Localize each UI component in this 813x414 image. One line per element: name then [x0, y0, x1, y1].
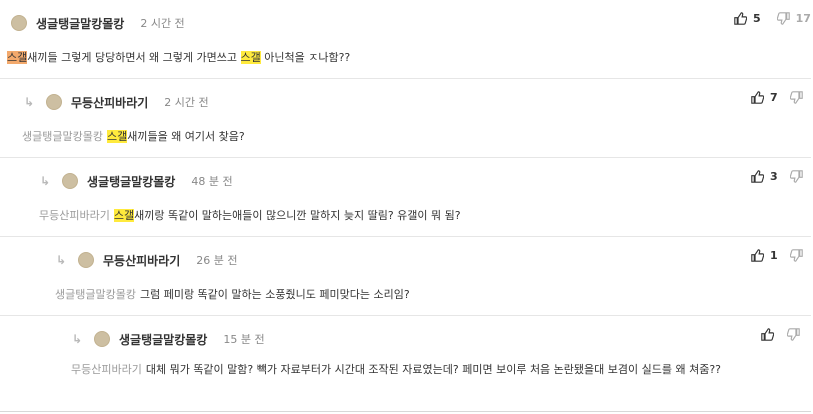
thumbs-up-icon[interactable]	[751, 170, 764, 183]
comment-body: 무등산피바라기 대체 뭐가 똑같이 말함? 빽가 자료부터가 시간대 조작된 자료…	[71, 360, 811, 379]
avatar[interactable]	[46, 94, 62, 110]
thumbs-down-icon[interactable]	[776, 12, 790, 25]
highlight-keyword: 스갤	[240, 51, 261, 64]
highlight-keyword: 스갤	[7, 51, 28, 64]
reply-arrow-icon: ↳	[40, 174, 51, 188]
timestamp: 26 분 전	[196, 254, 238, 267]
thumbs-up-icon[interactable]	[751, 249, 764, 262]
reply-arrow-icon: ↳	[24, 95, 35, 109]
comment: 생글탱글말캉몰캉 2 시간 전 스갤새끼들 그렇게 당당하면서 왜 그렇게 가면…	[0, 0, 811, 79]
thumbs-down-icon[interactable]	[789, 91, 803, 104]
timestamp: 48 분 전	[191, 175, 233, 188]
comment-thread: 생글탱글말캉몰캉 2 시간 전 스갤새끼들 그렇게 당당하면서 왜 그렇게 가면…	[0, 0, 813, 414]
comment-reply: ↳ 생글탱글말캉몰캉 15 분 전 무등산피바라기 대체 뭐가 똑같이 말함? 빽…	[0, 316, 811, 412]
comment-reply: ↳ 무등산피바라기 26 분 전 생글탱글말캉몰캉 그럼 페미랑 똑같이 말하는 …	[0, 237, 811, 316]
comment-text: 아닌척을 ㅈ나함??	[260, 51, 351, 64]
reply-arrow-icon: ↳	[72, 332, 83, 346]
avatar[interactable]	[94, 331, 110, 347]
vote-controls: 7	[751, 91, 803, 104]
mention[interactable]: 무등산피바라기	[71, 363, 142, 376]
upvote-count: 5	[753, 12, 761, 25]
author-name[interactable]: 생글탱글말캉몰캉	[87, 173, 175, 190]
comment-header: ↳ 생글탱글말캉몰캉 15 분 전	[72, 330, 265, 348]
comment-body: 생글탱글말캉몰캉 스갤새끼들을 왜 여기서 찾음?	[22, 127, 245, 146]
mention[interactable]: 생글탱글말캉몰캉	[22, 130, 103, 143]
thumbs-up-icon[interactable]	[751, 91, 764, 104]
comment-header: ↳ 무등산피바라기 26 분 전	[56, 251, 238, 269]
author-name[interactable]: 무등산피바라기	[103, 252, 180, 269]
comment-reply: ↳ 무등산피바라기 2 시간 전 생글탱글말캉몰캉 스갤새끼들을 왜 여기서 찾음…	[0, 79, 811, 158]
comment-text: 새끼들 그렇게 당당하면서 왜 그렇게 가면쓰고	[27, 51, 241, 64]
downvote-count: 17	[795, 12, 811, 25]
avatar[interactable]	[78, 252, 94, 268]
comment-reply: ↳ 생글탱글말캉몰캉 48 분 전 무등산피바라기 스갤새끼랑 똑같이 말하는애들…	[0, 158, 811, 237]
thumbs-down-icon[interactable]	[789, 249, 803, 262]
upvote-count: 1	[770, 249, 778, 262]
reply-arrow-icon: ↳	[56, 253, 67, 267]
comment-text: 그럼 페미랑 똑같이 말하는 소풍줬니도 페미맞다는 소리임?	[139, 288, 410, 301]
mention[interactable]: 무등산피바라기	[39, 209, 110, 222]
comment-text: 대체 뭐가 똑같이 말함? 빽가 자료부터가 시간대 조작된 자료였는데? 페미…	[145, 363, 722, 376]
upvote-count: 3	[770, 170, 778, 183]
highlight-keyword: 스갤	[113, 209, 135, 222]
comment-header: ↳ 무등산피바라기 2 시간 전	[24, 93, 209, 111]
avatar[interactable]	[11, 15, 27, 31]
vote-controls: 3	[751, 170, 803, 183]
comment-body: 무등산피바라기 스갤새끼랑 똑같이 말하는애들이 많으니깐 말하지 늦지 딸림? …	[39, 206, 461, 225]
mention[interactable]: 생글탱글말캉몰캉	[55, 288, 136, 301]
thumbs-down-icon[interactable]	[787, 328, 800, 341]
comment-header: ↳ 생글탱글말캉몰캉 48 분 전	[40, 172, 233, 190]
vote-controls: 5 17	[734, 12, 811, 25]
author-name[interactable]: 생글탱글말캉몰캉	[119, 331, 207, 348]
thumbs-up-icon[interactable]	[761, 328, 774, 341]
timestamp: 2 시간 전	[164, 96, 209, 109]
thumbs-up-icon[interactable]	[734, 12, 747, 25]
highlight-keyword: 스갤	[106, 130, 128, 143]
comment-header: 생글탱글말캉몰캉 2 시간 전	[11, 14, 185, 32]
timestamp: 2 시간 전	[140, 17, 185, 30]
comment-text: 새끼들을 왜 여기서 찾음?	[127, 130, 245, 143]
comment-body: 스갤새끼들 그렇게 당당하면서 왜 그렇게 가면쓰고 스갤 아닌척을 ㅈ나함??	[7, 48, 350, 67]
timestamp: 15 분 전	[223, 333, 265, 346]
avatar[interactable]	[62, 173, 78, 189]
thumbs-down-icon[interactable]	[789, 170, 803, 183]
vote-controls	[761, 328, 800, 341]
comment-text: 새끼랑 똑같이 말하는애들이 많으니깐 말하지 늦지 딸림? 유갤이 뭐 됨?	[134, 209, 461, 222]
author-name[interactable]: 생글탱글말캉몰캉	[36, 15, 124, 32]
vote-controls: 1	[751, 249, 803, 262]
upvote-count: 7	[770, 91, 778, 104]
comment-body: 생글탱글말캉몰캉 그럼 페미랑 똑같이 말하는 소풍줬니도 페미맞다는 소리임?	[55, 285, 410, 304]
author-name[interactable]: 무등산피바라기	[71, 94, 148, 111]
